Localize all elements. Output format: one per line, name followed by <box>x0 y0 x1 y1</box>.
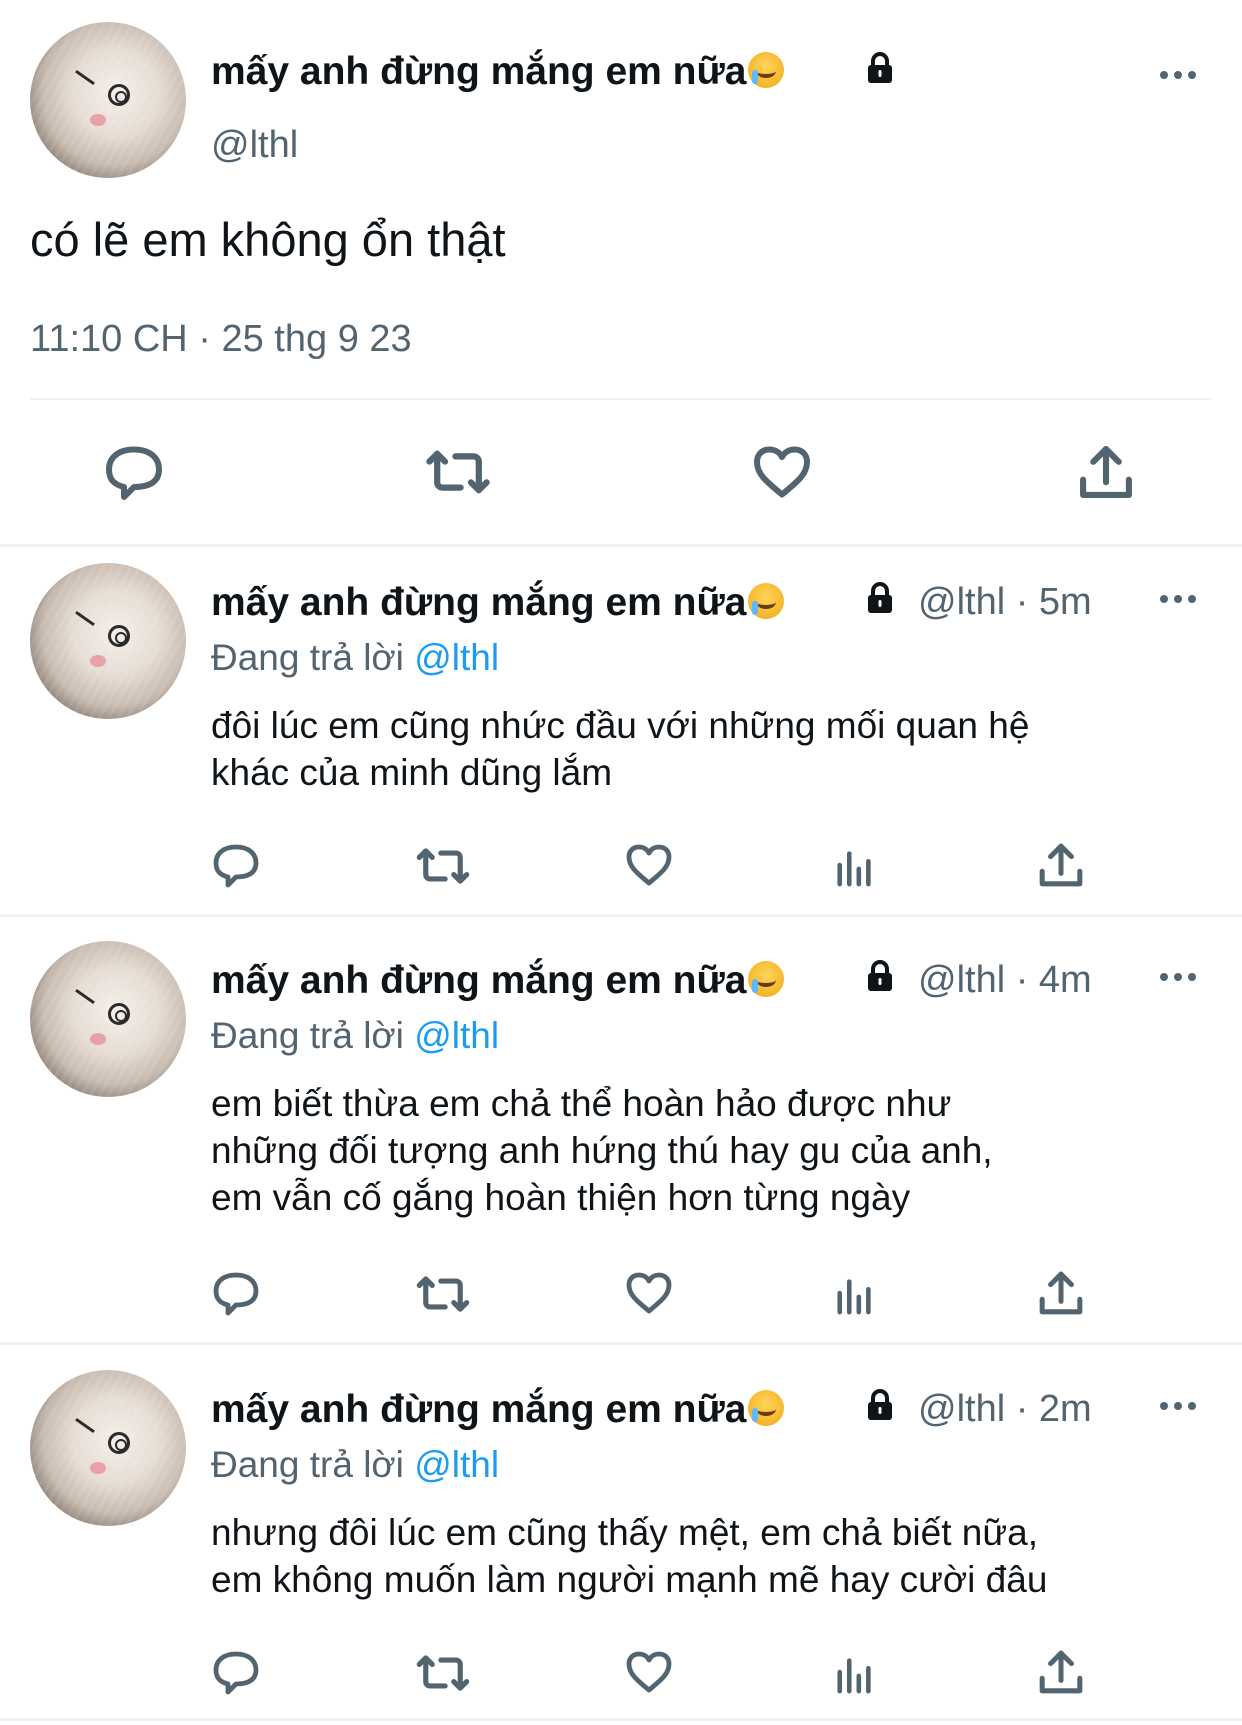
replying-to: Đang trả lời @lthl <box>211 1444 500 1485</box>
lock-icon <box>868 960 892 991</box>
section-divider <box>0 1342 1242 1345</box>
views-icon[interactable] <box>833 1274 877 1316</box>
mention-link[interactable]: @lthl <box>414 637 499 678</box>
avatar[interactable] <box>30 563 186 719</box>
avatar[interactable] <box>30 941 186 1097</box>
more-dots-icon[interactable] <box>1158 1400 1198 1412</box>
handle-time[interactable]: @lthl · 5m <box>918 581 1092 624</box>
more-dots-icon[interactable] <box>1158 69 1198 81</box>
display-name[interactable]: mấy anh đừng mắng em nữa <box>211 959 785 1003</box>
loudly-crying-face-emoji <box>748 961 785 997</box>
mention-link[interactable]: @lthl <box>414 1015 499 1056</box>
retweet-icon[interactable] <box>424 446 492 498</box>
loudly-crying-face-emoji <box>748 1390 785 1426</box>
reply-icon[interactable] <box>104 444 164 500</box>
retweet-icon[interactable] <box>415 1651 471 1695</box>
display-name[interactable]: mấy anh đừng mắng em nữa <box>211 581 785 625</box>
section-divider <box>0 1718 1242 1721</box>
handle[interactable]: @lthl <box>211 124 298 167</box>
section-divider <box>0 914 1242 917</box>
like-icon[interactable] <box>752 444 812 500</box>
share-icon[interactable] <box>1038 842 1084 888</box>
display-name[interactable]: mấy anh đừng mắng em nữa <box>211 50 785 94</box>
replying-to: Đang trả lời @lthl <box>211 1015 500 1056</box>
divider <box>30 398 1212 400</box>
share-icon[interactable] <box>1038 1270 1084 1316</box>
reply-icon[interactable] <box>212 1270 260 1316</box>
replying-to: Đang trả lời @lthl <box>211 637 500 678</box>
tweet-text: nhưng đôi lúc em cũng thấy mệt, em chả b… <box>211 1512 1048 1600</box>
reply-icon[interactable] <box>212 1649 260 1695</box>
more-dots-icon[interactable] <box>1158 971 1198 983</box>
share-icon[interactable] <box>1078 444 1134 500</box>
reply-icon[interactable] <box>212 842 260 888</box>
views-icon[interactable] <box>833 846 877 888</box>
avatar[interactable] <box>30 1370 186 1526</box>
timestamp[interactable]: 11:10 CH · 25 thg 9 23 <box>30 318 412 361</box>
handle-time[interactable]: @lthl · 4m <box>918 959 1092 1002</box>
loudly-crying-face-emoji <box>748 583 785 619</box>
retweet-icon[interactable] <box>415 1272 471 1316</box>
share-icon[interactable] <box>1038 1649 1084 1695</box>
tweet-text: có lẽ em không ổn thật <box>30 213 506 266</box>
more-dots-icon[interactable] <box>1158 593 1198 605</box>
tweet-text: đôi lúc em cũng nhức đầu với những mối q… <box>211 705 1030 793</box>
mention-link[interactable]: @lthl <box>414 1444 499 1485</box>
like-icon[interactable] <box>625 1270 673 1316</box>
tweet-text: em biết thừa em chả thể hoàn hảo được nh… <box>211 1083 993 1218</box>
loudly-crying-face-emoji <box>748 52 785 88</box>
display-name[interactable]: mấy anh đừng mắng em nữa <box>211 1388 785 1432</box>
handle-time[interactable]: @lthl · 2m <box>918 1388 1092 1431</box>
retweet-icon[interactable] <box>415 844 471 888</box>
views-icon[interactable] <box>833 1653 877 1695</box>
avatar[interactable] <box>30 22 186 178</box>
like-icon[interactable] <box>625 842 673 888</box>
lock-icon <box>868 52 892 83</box>
like-icon[interactable] <box>625 1649 673 1695</box>
lock-icon <box>868 582 892 613</box>
lock-icon <box>868 1389 892 1420</box>
section-divider <box>0 544 1242 547</box>
